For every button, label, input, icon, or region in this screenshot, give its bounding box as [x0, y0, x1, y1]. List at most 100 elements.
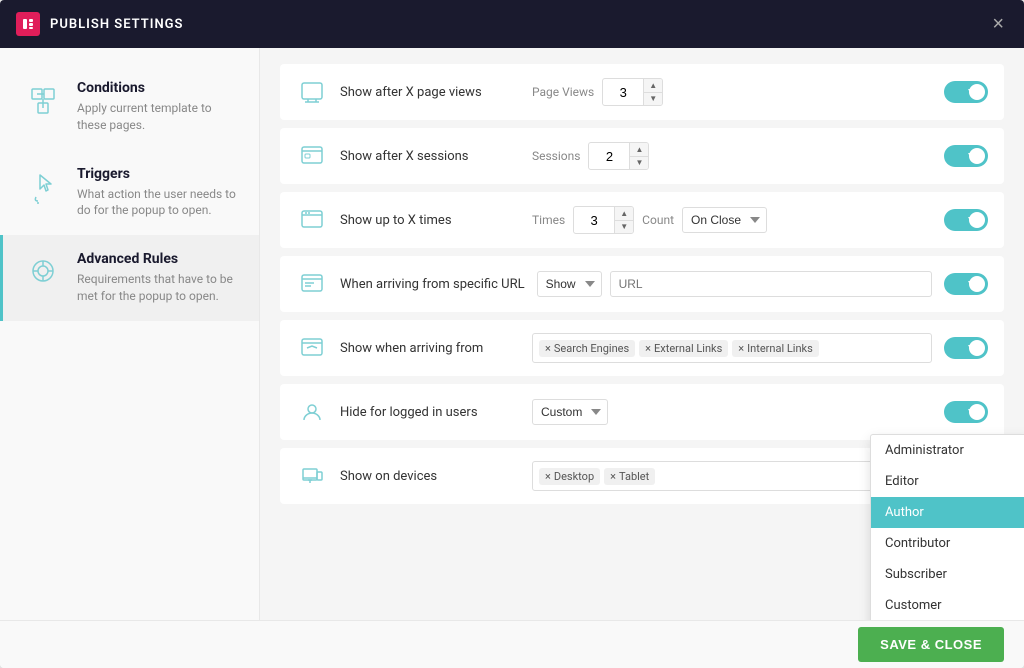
specific-url-label: When arriving from specific URL — [340, 277, 525, 292]
dropdown-item-customer[interactable]: Customer — [871, 590, 1024, 620]
triggers-icon — [23, 166, 63, 206]
sessions-spin-up[interactable]: ▲ — [630, 143, 648, 156]
rule-row-specific-url: When arriving from specific URL Show Hid… — [280, 256, 1004, 312]
times-spin-down[interactable]: ▼ — [615, 220, 633, 233]
times-spin-up[interactable]: ▲ — [615, 207, 633, 220]
sessions-input[interactable] — [589, 145, 629, 168]
triggers-text: Triggers What action the user needs to d… — [77, 166, 239, 220]
page-views-spin-down[interactable]: ▼ — [644, 92, 662, 105]
page-views-sub-label: Page Views — [532, 85, 594, 99]
dropdown-item-contributor[interactable]: Contributor — [871, 528, 1024, 559]
page-views-toggle-slider: YES — [944, 81, 988, 103]
triggers-description: What action the user needs to do for the… — [77, 186, 239, 220]
dropdown-item-author[interactable]: Author — [871, 497, 1024, 528]
rule-row-arriving-from: Show when arriving from × Search Engines… — [280, 320, 1004, 376]
modal-header: PUBLISH SETTINGS × — [0, 0, 1024, 48]
sidebar-item-triggers[interactable]: Triggers What action the user needs to d… — [0, 150, 259, 236]
specific-url-controls: Show Hide — [537, 271, 932, 297]
modal-body: Conditions Apply current template to the… — [0, 48, 1024, 620]
page-views-controls: Page Views ▲ ▼ — [532, 78, 932, 106]
tag-internal-links-text: × — [738, 342, 744, 355]
rule-row-page-views: Show after X page views Page Views ▲ ▼ Y — [280, 64, 1004, 120]
times-toggle-label: YES — [968, 216, 984, 225]
times-input[interactable] — [574, 209, 614, 232]
modal-title: PUBLISH SETTINGS — [50, 17, 183, 32]
conditions-text: Conditions Apply current template to the… — [77, 80, 239, 134]
tag-tablet-label: Tablet — [619, 470, 649, 483]
tag-external-links-text: × — [645, 342, 651, 355]
tag-external-links-label: External Links — [654, 342, 722, 355]
close-button[interactable]: × — [988, 10, 1008, 38]
publish-settings-modal: PUBLISH SETTINGS × Conditions — [0, 0, 1024, 668]
times-controls: Times ▲ ▼ Count On Close On Load — [532, 206, 932, 234]
times-label: Show up to X times — [340, 213, 520, 228]
rule-row-logged-in: Hide for logged in users Custom All None… — [280, 384, 1004, 440]
advanced-rules-label: Advanced Rules — [77, 251, 239, 267]
logged-in-toggle-label: YES — [968, 408, 984, 417]
times-input-wrap: ▲ ▼ — [573, 206, 634, 234]
modal-footer: SAVE & CLOSE — [0, 620, 1024, 668]
times-toggle[interactable]: YES — [944, 209, 988, 231]
arriving-from-tags[interactable]: × Search Engines × External Links × Inte… — [532, 333, 932, 363]
specific-url-toggle[interactable]: YES — [944, 273, 988, 295]
tag-desktop: × Desktop — [539, 468, 600, 485]
dropdown-item-subscriber[interactable]: Subscriber — [871, 559, 1024, 590]
sidebar-item-advanced-rules[interactable]: Advanced Rules Requirements that have to… — [0, 235, 259, 321]
tag-desktop-close: × — [545, 470, 551, 483]
times-spinners: ▲ ▼ — [614, 207, 633, 233]
times-count-label: Count — [642, 213, 674, 227]
page-views-icon — [296, 76, 328, 108]
logged-in-select[interactable]: Custom All None — [532, 399, 608, 425]
times-toggle-slider: YES — [944, 209, 988, 231]
sessions-toggle-slider: YES — [944, 145, 988, 167]
page-views-label: Show after X page views — [340, 85, 520, 100]
sessions-spinners: ▲ ▼ — [629, 143, 648, 169]
sidebar: Conditions Apply current template to the… — [0, 48, 260, 620]
times-count-select[interactable]: On Close On Load — [682, 207, 767, 233]
sessions-icon — [296, 140, 328, 172]
page-views-spin-up[interactable]: ▲ — [644, 79, 662, 92]
tag-tablet-close: × — [610, 470, 616, 483]
specific-url-toggle-slider: YES — [944, 273, 988, 295]
elementor-logo-icon — [16, 12, 40, 36]
conditions-icon — [23, 80, 63, 120]
devices-label: Show on devices — [340, 469, 520, 484]
arriving-from-icon — [296, 332, 328, 364]
page-views-toggle[interactable]: YES — [944, 81, 988, 103]
sidebar-item-conditions[interactable]: Conditions Apply current template to the… — [0, 64, 259, 150]
sessions-controls: Sessions ▲ ▼ — [532, 142, 932, 170]
page-views-input[interactable] — [603, 81, 643, 104]
conditions-label: Conditions — [77, 80, 239, 96]
arriving-from-toggle-slider: YES — [944, 337, 988, 359]
specific-url-select[interactable]: Show Hide — [537, 271, 602, 297]
times-icon — [296, 204, 328, 236]
arriving-from-toggle[interactable]: YES — [944, 337, 988, 359]
logged-in-label: Hide for logged in users — [340, 405, 520, 420]
sessions-label: Show after X sessions — [340, 149, 520, 164]
save-close-button[interactable]: SAVE & CLOSE — [858, 627, 1004, 662]
specific-url-icon — [296, 268, 328, 300]
tag-desktop-label: Desktop — [554, 470, 594, 483]
dropdown-item-administrator[interactable]: Administrator — [871, 435, 1024, 466]
tag-search-engines-text: × — [545, 342, 551, 355]
page-views-toggle-label: YES — [968, 88, 984, 97]
tag-tablet: × Tablet — [604, 468, 655, 485]
arriving-from-toggle-label: YES — [968, 344, 984, 353]
specific-url-input[interactable] — [610, 271, 932, 297]
devices-icon — [296, 460, 328, 492]
dropdown-item-editor[interactable]: Editor — [871, 466, 1024, 497]
arriving-from-controls: × Search Engines × External Links × Inte… — [532, 333, 932, 363]
sessions-spin-down[interactable]: ▼ — [630, 156, 648, 169]
header-left: PUBLISH SETTINGS — [16, 12, 183, 36]
page-views-input-wrap: ▲ ▼ — [602, 78, 663, 106]
page-views-spinners: ▲ ▼ — [643, 79, 662, 105]
logged-in-icon — [296, 396, 328, 428]
times-sub-label: Times — [532, 213, 565, 227]
advanced-rules-text: Advanced Rules Requirements that have to… — [77, 251, 239, 305]
logged-in-toggle[interactable]: YES — [944, 401, 988, 423]
sessions-input-wrap: ▲ ▼ — [588, 142, 649, 170]
rule-row-times: Show up to X times Times ▲ ▼ Count On Cl… — [280, 192, 1004, 248]
sessions-toggle[interactable]: YES — [944, 145, 988, 167]
specific-url-toggle-label: YES — [968, 280, 984, 289]
arriving-from-label: Show when arriving from — [340, 341, 520, 356]
